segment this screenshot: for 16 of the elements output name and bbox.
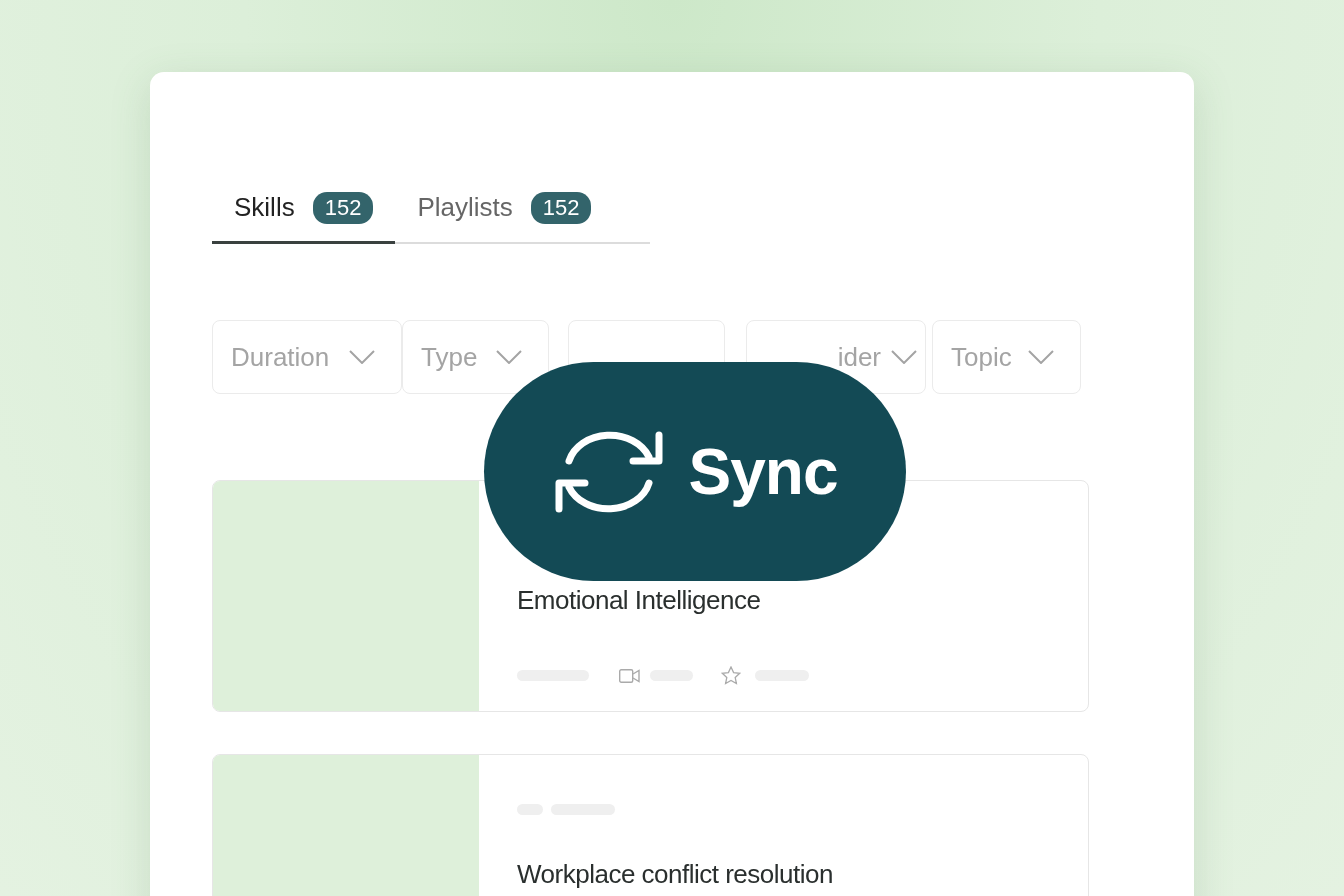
- tab[interactable]: Playlists 152: [395, 188, 614, 244]
- filter-label: Duration: [231, 340, 330, 374]
- course-title: Emotional Intelligence: [517, 584, 762, 617]
- chevron-down-icon: [891, 350, 917, 364]
- chevron-down-icon: [496, 350, 522, 364]
- chevron-down-icon: [1028, 350, 1054, 364]
- video-icon: [619, 668, 640, 683]
- count-badge: 152: [312, 191, 374, 224]
- filter-label: Topic: [951, 340, 1012, 374]
- chevron-down-icon: [349, 350, 375, 364]
- filter-label: Type: [421, 340, 478, 374]
- star-icon: [721, 666, 741, 685]
- course-card[interactable]: Workplace conflict resolution: [212, 754, 1089, 896]
- course-title: Workplace conflict resolution: [517, 858, 833, 891]
- tab[interactable]: Skills 152: [212, 188, 396, 244]
- count-badge: 152: [530, 191, 592, 224]
